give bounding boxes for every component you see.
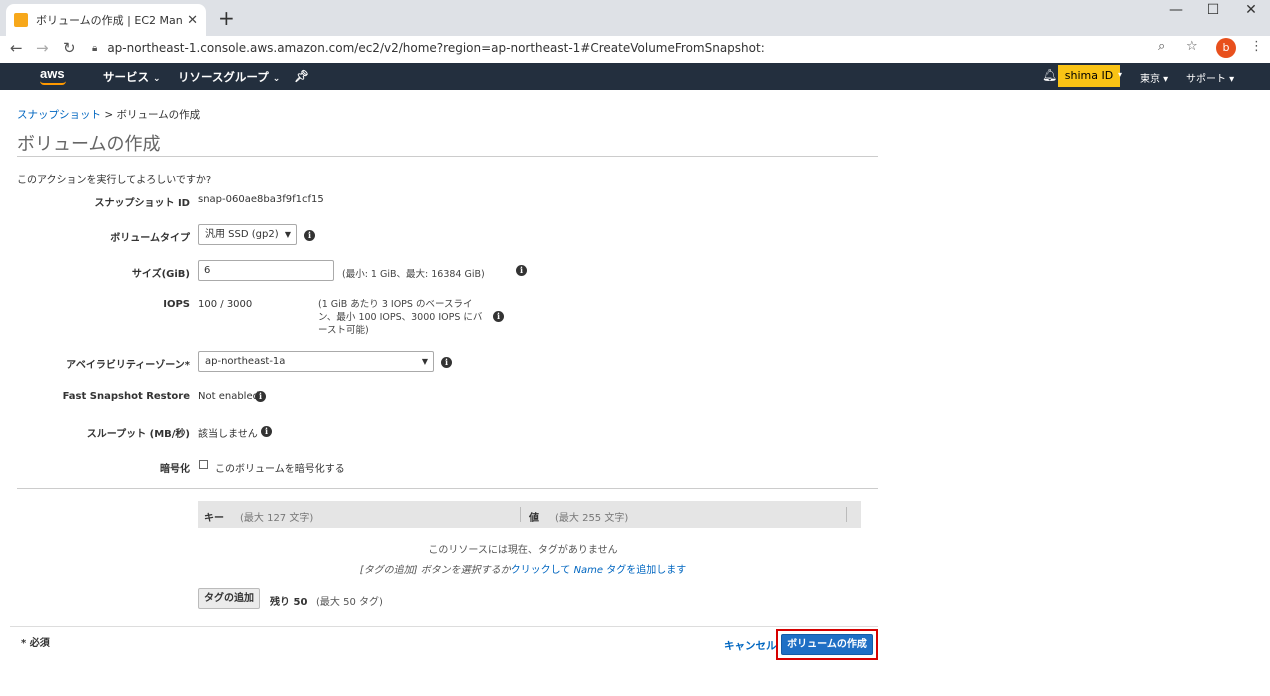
region-menu[interactable]: 東京 ▾ bbox=[1140, 70, 1168, 85]
aws-logo[interactable]: aws bbox=[40, 66, 65, 81]
breadcrumb-snapshots-link[interactable]: スナップショット bbox=[17, 109, 101, 121]
profile-avatar[interactable]: b bbox=[1216, 38, 1236, 58]
fsr-value: Not enabled bbox=[198, 391, 259, 402]
iops-note: (1 GiB あたり 3 IOPS のベースライン、最小 100 IOPS、30… bbox=[318, 299, 483, 336]
size-info-icon[interactable]: i bbox=[516, 265, 527, 276]
tab-close-icon[interactable]: ✕ bbox=[187, 13, 198, 28]
reload-button[interactable]: ↻ bbox=[63, 39, 76, 57]
chevron-down-icon: ▼ bbox=[421, 357, 428, 366]
az-label: アベイラビリティーゾーン* bbox=[66, 360, 190, 371]
minimize-button[interactable]: — bbox=[1158, 2, 1194, 18]
encryption-label: 暗号化 bbox=[160, 464, 190, 475]
create-volume-button[interactable]: ボリュームの作成 bbox=[781, 634, 873, 655]
add-tag-button[interactable]: タグの追加 bbox=[198, 588, 260, 609]
column-divider bbox=[520, 507, 521, 522]
encrypt-checkbox[interactable] bbox=[199, 460, 208, 469]
forward-button[interactable]: → bbox=[36, 39, 49, 57]
resource-groups-menu[interactable]: リソースグループ ⌄ bbox=[178, 69, 280, 85]
tag-value-header: 値 bbox=[529, 513, 539, 524]
region-label: 東京 bbox=[1140, 74, 1160, 85]
link-name-text: Name bbox=[573, 565, 604, 576]
tags-hint-prefix: [タグの追加] ボタンを選択するか bbox=[359, 565, 511, 576]
throughput-value: 該当しません bbox=[198, 429, 258, 440]
zoom-icon[interactable]: ⌕ bbox=[1158, 39, 1165, 54]
link-suffix-text: タグを追加します bbox=[606, 565, 687, 576]
volume-type-label: ボリュームタイプ bbox=[110, 233, 190, 244]
title-divider bbox=[17, 156, 878, 157]
tags-hint: [タグの追加] ボタンを選択するかクリックして Name タグを追加します bbox=[198, 561, 848, 576]
availability-zone-select[interactable]: ap-northeast-1a ▼ bbox=[198, 351, 434, 372]
services-menu[interactable]: サービス ⌄ bbox=[103, 69, 161, 85]
browser-tab-bar: ボリュームの作成 | EC2 Managemen ✕ + — ☐ ✕ bbox=[0, 0, 1270, 36]
volume-type-select[interactable]: 汎用 SSD (gp2) ▼ bbox=[198, 224, 297, 245]
chevron-down-icon: ▼ bbox=[284, 230, 291, 239]
breadcrumb-current: ボリュームの作成 bbox=[116, 109, 201, 121]
column-divider bbox=[846, 507, 847, 522]
throughput-label: スループット (MB/秒) bbox=[86, 429, 190, 440]
new-tab-button[interactable]: + bbox=[218, 6, 235, 30]
tags-empty-message: このリソースには現在、タグがありません bbox=[428, 545, 618, 556]
volume-type-info-icon[interactable]: i bbox=[304, 230, 315, 241]
breadcrumb: スナップショット > ボリュームの作成 bbox=[17, 107, 200, 122]
link-text: クリックして bbox=[510, 565, 571, 576]
volume-type-selected: 汎用 SSD (gp2) bbox=[205, 229, 279, 240]
support-menu[interactable]: サポート ▾ bbox=[1186, 70, 1234, 85]
iops-label: IOPS bbox=[163, 299, 190, 310]
tag-key-header: キー bbox=[204, 513, 224, 524]
size-hint: (最小: 1 GiB、最大: 16384 GiB) bbox=[342, 269, 485, 280]
footer-divider bbox=[10, 626, 878, 627]
resource-groups-label: リソースグループ bbox=[178, 70, 269, 84]
chevron-down-icon: ⌄ bbox=[272, 74, 281, 84]
iops-value: 100 / 3000 bbox=[198, 299, 253, 310]
lock-icon: 🔒︎ bbox=[92, 42, 98, 54]
tag-key-hint: (最大 127 文字) bbox=[240, 513, 314, 524]
cancel-button[interactable]: キャンセル bbox=[724, 638, 777, 653]
aws-console-nav: aws サービス ⌄ リソースグループ ⌄ 📌︎ 🔔︎ shima ID ▾ 東京 … bbox=[0, 63, 1270, 90]
close-window-button[interactable]: ✕ bbox=[1233, 2, 1269, 18]
size-label: サイズ(GiB) bbox=[131, 269, 190, 280]
back-button[interactable]: ← bbox=[10, 39, 23, 57]
chevron-down-icon: ⌄ bbox=[153, 74, 161, 84]
snapshot-id-label: スナップショット ID bbox=[94, 198, 190, 209]
page-title: ボリュームの作成 bbox=[17, 134, 161, 155]
tags-max: (最大 50 タグ) bbox=[316, 597, 383, 608]
aws-favicon-icon bbox=[14, 13, 28, 27]
browser-tab[interactable]: ボリュームの作成 | EC2 Managemen ✕ bbox=[6, 4, 206, 36]
services-label: サービス bbox=[103, 70, 149, 84]
encrypt-option-label: このボリュームを暗号化する bbox=[215, 464, 345, 475]
user-account-menu[interactable]: shima ID bbox=[1058, 65, 1120, 87]
required-note: * 必須 bbox=[21, 638, 50, 649]
az-info-icon[interactable]: i bbox=[441, 357, 452, 368]
breadcrumb-separator: > bbox=[104, 109, 114, 121]
pin-icon[interactable]: 📌︎ bbox=[294, 69, 309, 83]
add-name-tag-link[interactable]: クリックして Name タグを追加します bbox=[511, 565, 687, 576]
bookmark-star-icon[interactable]: ☆ bbox=[1186, 39, 1198, 54]
throughput-info-icon[interactable]: i bbox=[261, 426, 272, 437]
fsr-info-icon[interactable]: i bbox=[255, 391, 266, 402]
fsr-label: Fast Snapshot Restore bbox=[62, 391, 190, 402]
section-divider bbox=[17, 488, 878, 489]
tags-table-header: キー (最大 127 文字) 値 (最大 255 文字) bbox=[198, 501, 861, 528]
support-label: サポート bbox=[1186, 74, 1226, 85]
snapshot-id-value: snap-060ae8ba3f9f1cf15 bbox=[198, 194, 324, 205]
az-selected: ap-northeast-1a bbox=[205, 356, 286, 367]
tag-value-hint: (最大 255 文字) bbox=[555, 513, 629, 524]
tags-remaining: 残り 50 bbox=[270, 597, 308, 608]
address-bar[interactable]: 🔒︎ ap-northeast-1.console.aws.amazon.com… bbox=[92, 37, 1202, 59]
size-input[interactable] bbox=[198, 260, 334, 281]
bell-icon[interactable]: 🔔︎ bbox=[1042, 68, 1057, 82]
url-text: ap-northeast-1.console.aws.amazon.com/ec… bbox=[107, 41, 765, 55]
chevron-down-icon: ▾ bbox=[1118, 70, 1123, 79]
confirm-question: このアクションを実行してよろしいですか? bbox=[17, 175, 212, 186]
iops-info-icon[interactable]: i bbox=[493, 311, 504, 322]
browser-menu-icon[interactable]: ⋮ bbox=[1250, 39, 1263, 54]
maximize-button[interactable]: ☐ bbox=[1195, 2, 1231, 18]
aws-logo-smile bbox=[40, 81, 66, 85]
address-bar-row: ← → ↻ 🔒︎ ap-northeast-1.console.aws.amaz… bbox=[0, 36, 1270, 62]
tab-title: ボリュームの作成 | EC2 Managemen bbox=[36, 14, 183, 27]
